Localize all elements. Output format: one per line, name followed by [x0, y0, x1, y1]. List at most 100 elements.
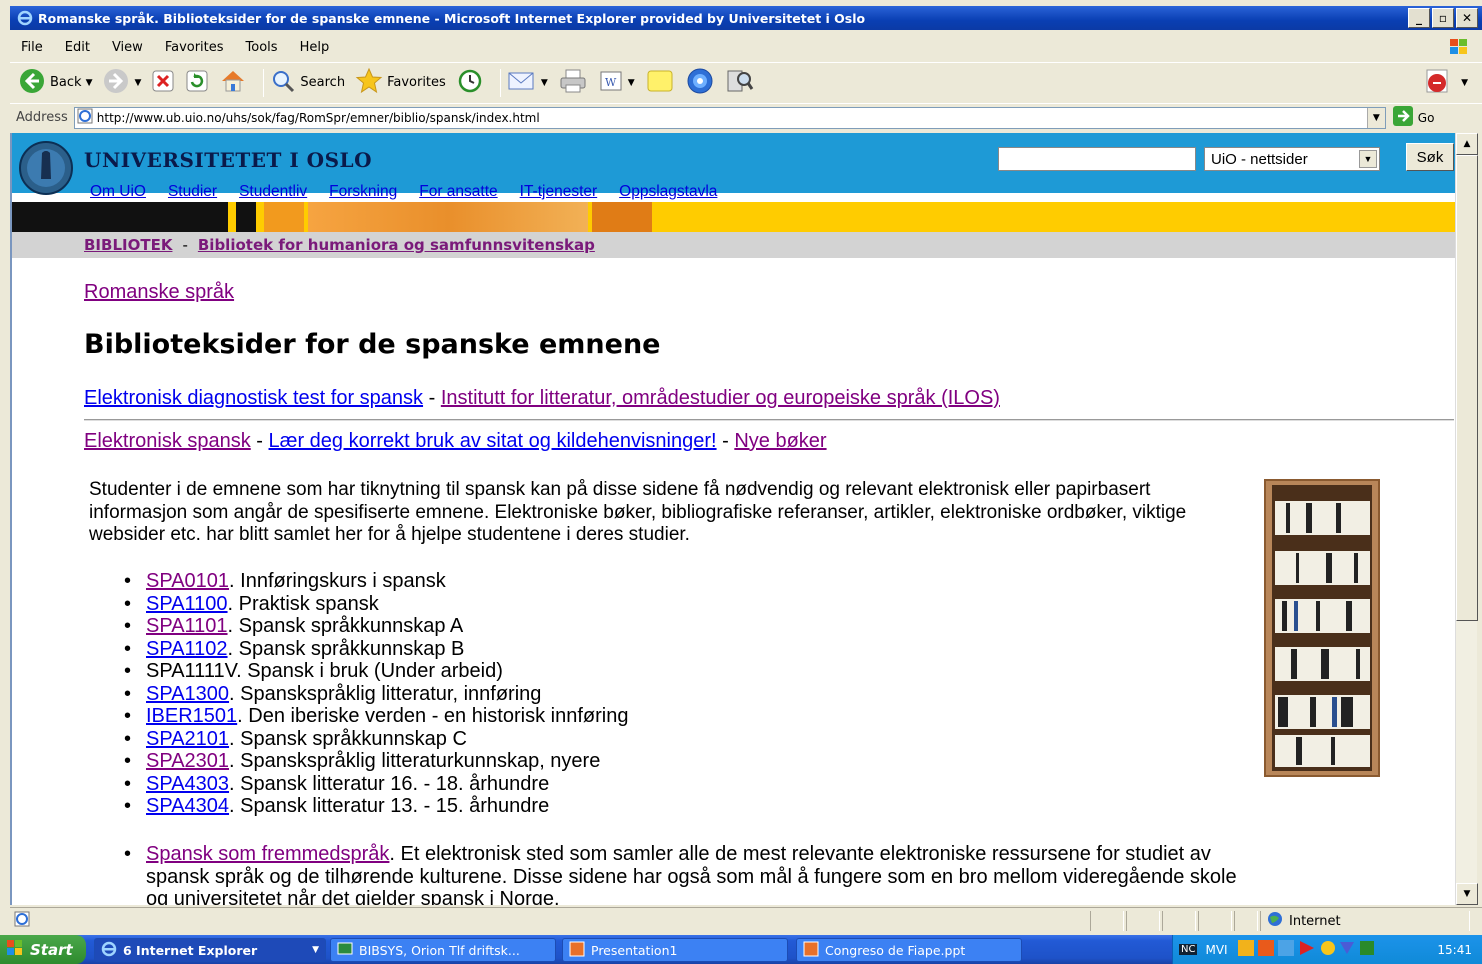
- menu-edit[interactable]: Edit: [54, 40, 101, 55]
- nav-studentliv[interactable]: Studentliv: [239, 183, 307, 201]
- mail-button[interactable]: ▼: [507, 69, 548, 97]
- internet-globe-icon: [1267, 911, 1283, 931]
- course-code-link[interactable]: SPA1100: [146, 593, 228, 615]
- menu-file[interactable]: File: [10, 40, 54, 55]
- history-button[interactable]: [456, 67, 484, 99]
- powerpoint-icon: [803, 941, 819, 960]
- course-code-link[interactable]: SPA2301: [146, 750, 229, 772]
- taskbar-item-bibsys[interactable]: BIBSYS, Orion Tlf driftsk...: [330, 938, 556, 962]
- link-separator: -: [716, 430, 735, 452]
- terminal-icon: [337, 941, 353, 960]
- address-url: http://www.ub.uio.no/uhs/sok/fag/RomSpr/…: [96, 110, 540, 125]
- chevron-down-icon: ▼: [312, 945, 319, 955]
- resource-links-row-2: Elektronisk spansk - Lær deg korrekt bru…: [84, 430, 827, 453]
- menu-view[interactable]: View: [101, 40, 154, 55]
- search-scope-select[interactable]: UiO - nettsider ▼: [1204, 147, 1380, 171]
- course-title: . Praktisk spansk: [227, 592, 379, 615]
- windows-taskbar: Start 6 Internet Explorer ▼ BIBSYS, Orio…: [0, 935, 1482, 964]
- nav-om-uio[interactable]: Om UiO: [90, 183, 146, 201]
- taskbar-item-presentation1[interactable]: Presentation1: [562, 938, 788, 962]
- link-elektronisk-spansk[interactable]: Elektronisk spansk: [84, 430, 251, 452]
- chevron-down-icon: ▼: [1461, 77, 1468, 88]
- menu-help[interactable]: Help: [289, 40, 341, 55]
- star-icon: [355, 67, 383, 99]
- vertical-scrollbar[interactable]: ▲ ▼: [1455, 133, 1478, 905]
- course-title: . Spansk litteratur 13. - 15. århundre: [229, 795, 550, 817]
- link-spansk-som-fremmedsprak[interactable]: Spansk som fremmedspråk: [146, 843, 389, 865]
- link-diagnostisk-test[interactable]: Elektronisk diagnostisk test for spansk: [84, 387, 423, 409]
- search-button[interactable]: Search: [270, 68, 345, 98]
- messenger-button[interactable]: [685, 66, 715, 100]
- forward-button[interactable]: ▼: [102, 67, 141, 99]
- intro-paragraph: Studenter i de emnene som har tiknytning…: [89, 479, 1187, 545]
- site-search-input[interactable]: [998, 147, 1196, 171]
- breadcrumb-romanske-sprak[interactable]: Romanske språk: [84, 281, 234, 304]
- link-bibliotek[interactable]: BIBLIOTEK: [84, 236, 172, 254]
- course-code-link[interactable]: SPA1300: [146, 683, 229, 705]
- print-button[interactable]: [558, 68, 588, 98]
- chevron-down-icon: ▼: [627, 77, 635, 88]
- uio-top-nav: Om UiO Studier Studentliv Forskning For …: [90, 183, 717, 201]
- favorites-button[interactable]: Favorites: [355, 67, 446, 99]
- svg-text:W: W: [605, 76, 617, 89]
- printer-icon: [558, 68, 588, 98]
- edit-word-button[interactable]: W ▼: [598, 69, 635, 97]
- go-button[interactable]: Go: [1392, 105, 1434, 130]
- internet-explorer-icon: [16, 9, 34, 27]
- nav-studier[interactable]: Studier: [168, 183, 217, 201]
- nav-oppslagstavla[interactable]: Oppslagstavla: [619, 183, 717, 201]
- back-button[interactable]: Back ▼: [18, 67, 92, 99]
- windows-flag-icon: [6, 939, 24, 961]
- nav-it-tjenester[interactable]: IT-tjenester: [520, 183, 598, 201]
- stop-button[interactable]: [151, 69, 175, 97]
- course-code-link[interactable]: SPA0101: [146, 570, 229, 592]
- course-title: . Innføringskurs i spansk: [229, 570, 446, 592]
- home-button[interactable]: [219, 68, 247, 98]
- acrobat-button[interactable]: ▼: [1423, 66, 1468, 100]
- scroll-down-button[interactable]: ▼: [1456, 883, 1478, 905]
- course-code-link[interactable]: SPA1102: [146, 638, 228, 660]
- menu-favorites[interactable]: Favorites: [154, 40, 235, 55]
- link-bibliotek-humaniora[interactable]: Bibliotek for humaniora og samfunnsviten…: [198, 236, 595, 254]
- link-separator: -: [423, 387, 441, 409]
- research-button[interactable]: [725, 67, 755, 99]
- course-code-link[interactable]: IBER1501: [146, 705, 237, 727]
- course-code-link[interactable]: SPA4304: [146, 795, 229, 817]
- notes-button[interactable]: [645, 67, 675, 99]
- tray-app-icons[interactable]: [1236, 939, 1396, 960]
- refresh-button[interactable]: [185, 69, 209, 97]
- address-input[interactable]: http://www.ub.uio.no/uhs/sok/fag/RomSpr/…: [73, 106, 1386, 129]
- security-zone: Internet: [1260, 911, 1470, 931]
- link-ilos[interactable]: Institutt for litteratur, områdestudier …: [441, 387, 1000, 409]
- nav-for-ansatte[interactable]: For ansatte: [419, 183, 497, 201]
- course-item: SPA2301. Spanskspråklig litteraturkunnsk…: [122, 750, 628, 773]
- taskbar-item-congreso[interactable]: Congreso de Fiape.ppt: [796, 938, 1022, 962]
- course-title: . Spansk språkkunnskap B: [227, 637, 465, 660]
- nc-icon: NC: [1179, 944, 1198, 955]
- course-title: . Den iberiske verden - en historisk inn…: [237, 705, 629, 727]
- maximize-button[interactable]: ▫: [1432, 8, 1454, 28]
- history-icon: [456, 67, 484, 99]
- course-code-link[interactable]: SPA1101: [146, 615, 228, 637]
- course-code-link[interactable]: SPA2101: [146, 728, 229, 750]
- menu-tools[interactable]: Tools: [235, 40, 289, 55]
- link-nye-boker[interactable]: Nye bøker: [734, 430, 826, 452]
- course-item: SPA1102. Spansk språkkunnskap B: [122, 638, 628, 661]
- course-item: IBER1501. Den iberiske verden - en histo…: [122, 705, 628, 728]
- start-button[interactable]: Start: [0, 935, 86, 964]
- window-title-bar: Romanske språk. Biblioteksider for de sp…: [10, 6, 1482, 30]
- course-code-link[interactable]: SPA4303: [146, 773, 229, 795]
- scroll-thumb[interactable]: [1456, 155, 1478, 621]
- nav-forskning[interactable]: Forskning: [329, 183, 397, 201]
- address-dropdown-button[interactable]: ▼: [1366, 107, 1385, 128]
- library-breadcrumb-bar: BIBLIOTEK - Bibliotek for humaniora og s…: [12, 232, 1455, 258]
- minimize-button[interactable]: _: [1408, 8, 1430, 28]
- scroll-up-button[interactable]: ▲: [1456, 133, 1478, 155]
- site-search-button[interactable]: Søk: [1406, 143, 1454, 171]
- close-button[interactable]: ✕: [1456, 8, 1478, 28]
- link-sitat-kildehenvisninger[interactable]: Lær deg korrekt bruk av sitat og kildehe…: [269, 430, 717, 452]
- chevron-down-icon: ▼: [85, 77, 93, 88]
- course-title: . Spansk språkkunnskap C: [229, 727, 467, 750]
- course-list: SPA0101. Innføringskurs i spanskSPA1100.…: [122, 570, 628, 818]
- taskbar-item-internet-explorer[interactable]: 6 Internet Explorer ▼: [94, 938, 326, 962]
